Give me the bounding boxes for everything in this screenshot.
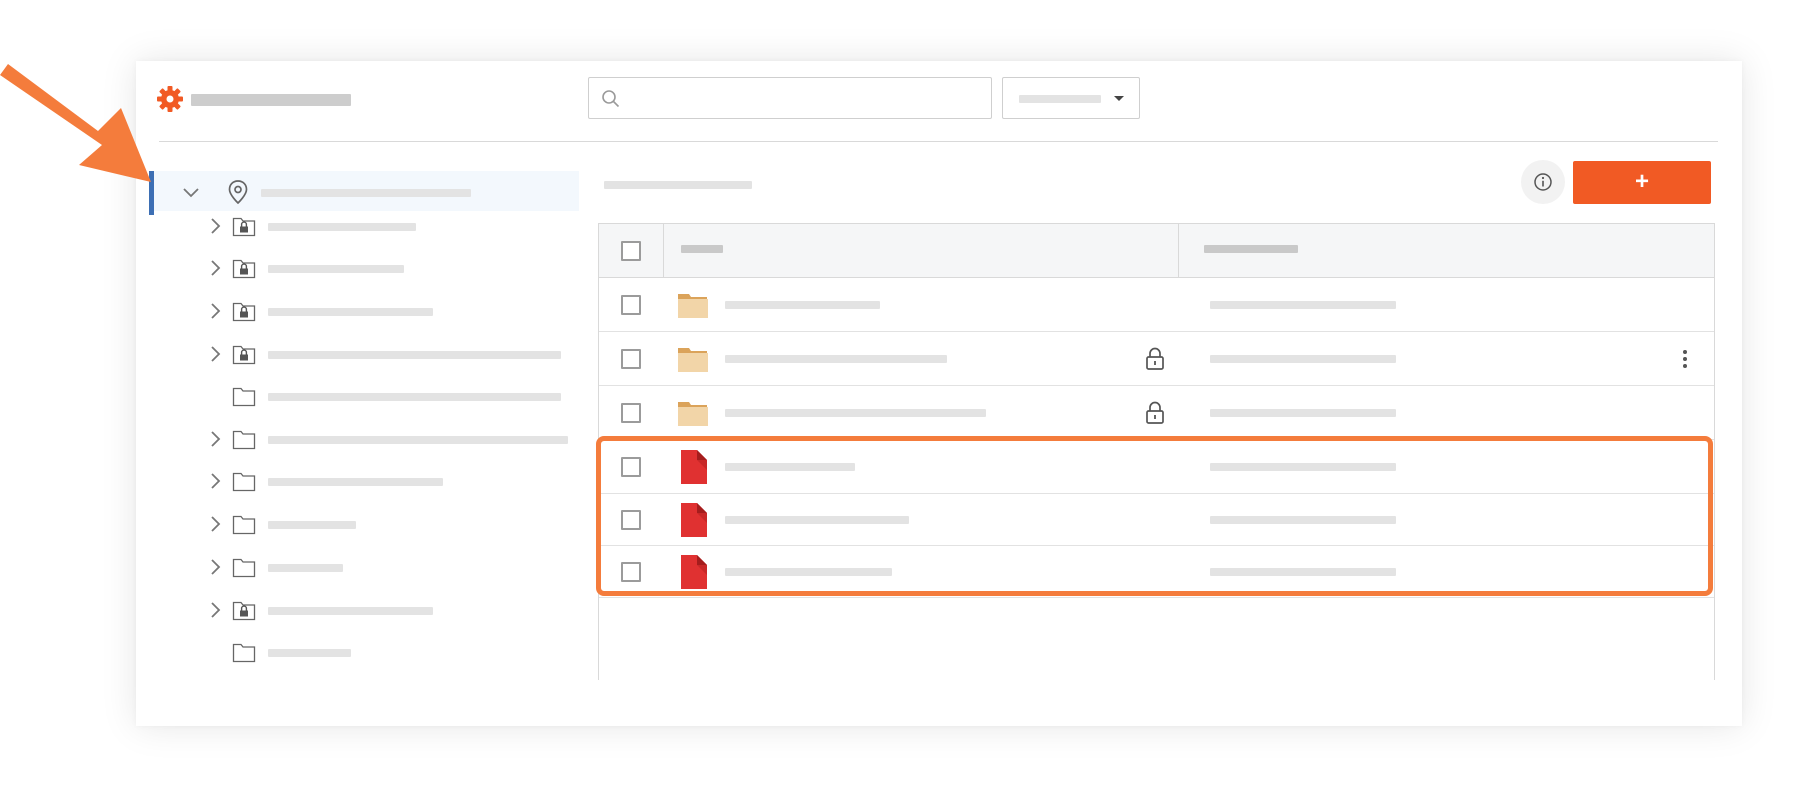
table-header <box>599 223 1714 278</box>
tree-item-label-placeholder <box>268 436 568 444</box>
folder-icon <box>677 345 709 378</box>
table-row[interactable] <box>599 332 1714 386</box>
lock-icon <box>1144 346 1166 377</box>
chevron-right-icon[interactable] <box>206 601 224 624</box>
locked-folder-icon <box>232 300 256 327</box>
row-modified-placeholder <box>1210 355 1396 363</box>
info-icon <box>1534 173 1552 191</box>
chevron-right-icon[interactable] <box>206 217 224 240</box>
tree-item[interactable] <box>206 461 586 501</box>
tree-item-label-placeholder <box>268 478 443 486</box>
row-checkbox[interactable] <box>621 349 641 369</box>
tree-item-label-placeholder <box>268 223 416 231</box>
tree-item[interactable] <box>206 590 586 630</box>
folder-icon <box>232 641 256 668</box>
lock-icon <box>1144 400 1166 431</box>
locked-folder-icon <box>232 215 256 242</box>
row-name-placeholder[interactable] <box>725 301 880 309</box>
row-checkbox[interactable] <box>621 403 641 423</box>
tree-item-label-placeholder <box>268 521 356 529</box>
chevron-right-icon[interactable] <box>206 472 224 495</box>
chevron-right-icon[interactable] <box>206 430 224 453</box>
tree-item-label-placeholder <box>268 607 433 615</box>
row-name-placeholder[interactable] <box>725 409 986 417</box>
document-manager-window: + <box>136 61 1742 726</box>
map-pin-icon <box>228 180 248 205</box>
chevron-right-icon[interactable] <box>206 259 224 282</box>
folder-icon <box>232 513 256 540</box>
highlight-box <box>596 436 1713 596</box>
tree-item[interactable] <box>206 547 586 587</box>
column-header-modified[interactable] <box>1204 245 1298 253</box>
locked-folder-icon <box>232 257 256 284</box>
chevron-right-icon[interactable] <box>206 558 224 581</box>
column-separator <box>1178 224 1179 278</box>
column-header-name[interactable] <box>681 245 723 253</box>
tree-item-label-placeholder <box>268 308 433 316</box>
row-name-placeholder[interactable] <box>725 355 947 363</box>
locked-folder-icon <box>232 599 256 626</box>
more-options-icon[interactable] <box>1681 348 1689 375</box>
chevron-right-icon[interactable] <box>206 345 224 368</box>
row-modified-placeholder <box>1210 301 1396 309</box>
tree-item[interactable] <box>206 291 586 331</box>
select-all-checkbox[interactable] <box>621 241 641 261</box>
add-button[interactable]: + <box>1573 161 1711 204</box>
dropdown-value-placeholder <box>1019 95 1101 103</box>
tree-item-label-placeholder <box>268 351 561 359</box>
tree-item-label-placeholder <box>268 393 561 401</box>
tree-root-item[interactable] <box>149 171 579 215</box>
folder-icon <box>232 428 256 455</box>
tree-item[interactable] <box>206 632 586 672</box>
column-separator <box>663 224 664 278</box>
info-button[interactable] <box>1521 160 1565 204</box>
row-modified-placeholder <box>1210 409 1396 417</box>
annotation-arrow <box>0 64 151 182</box>
folder-icon <box>677 291 709 324</box>
add-button-label: + <box>1634 168 1649 195</box>
folder-icon <box>232 385 256 412</box>
folder-icon <box>232 470 256 497</box>
folder-icon <box>232 556 256 583</box>
tree-item-label-placeholder <box>268 564 343 572</box>
tree-item-label-placeholder <box>268 265 404 273</box>
tree-item[interactable] <box>206 376 586 416</box>
row-checkbox[interactable] <box>621 295 641 315</box>
tree-item[interactable] <box>206 334 586 374</box>
tree-item-label-placeholder <box>268 649 351 657</box>
tree-root-label-placeholder <box>261 189 471 197</box>
chevron-right-icon[interactable] <box>206 515 224 538</box>
filter-dropdown[interactable] <box>1002 77 1140 119</box>
caret-down-icon <box>1114 96 1124 101</box>
search-input[interactable] <box>588 77 992 119</box>
folder-icon <box>677 399 709 432</box>
table-row[interactable] <box>599 386 1714 440</box>
header-divider <box>159 141 1718 142</box>
table-row[interactable] <box>599 278 1714 332</box>
tree-item[interactable] <box>206 419 586 459</box>
tree-item[interactable] <box>206 206 586 246</box>
search-icon <box>602 90 620 108</box>
tree-item[interactable] <box>206 504 586 544</box>
chevron-right-icon[interactable] <box>206 302 224 325</box>
app-title-placeholder <box>191 94 351 106</box>
locked-folder-icon <box>232 343 256 370</box>
tree-item[interactable] <box>206 248 586 288</box>
content-title-placeholder <box>604 181 752 189</box>
